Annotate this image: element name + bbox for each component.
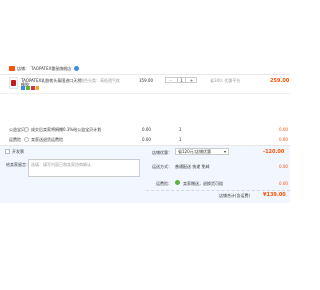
freight-price: 0.00: [142, 137, 151, 142]
charity-price: 0.00: [142, 127, 151, 132]
shipping-insurance-checkbox[interactable]: [175, 180, 180, 185]
product-image-mark: [11, 80, 16, 86]
badge-green-icon: [26, 86, 30, 90]
charity-checkbox[interactable]: [24, 127, 29, 132]
charity-subtotal: 0.00: [279, 127, 288, 132]
invoice-checkbox[interactable]: [5, 149, 10, 154]
product-title[interactable]: TAOPATEX乳胶枕头泰国进口天然: [21, 78, 81, 83]
product-subtotal: 259.00: [270, 78, 290, 84]
charity-text: 成交后卖家将捐赠0.3%给公益宝贝计划: [31, 127, 102, 132]
shop-icon: [9, 66, 15, 71]
quantity-stepper[interactable]: − 1 +: [165, 77, 197, 83]
freight-subtotal: 0.00: [279, 137, 288, 142]
message-textarea[interactable]: 选填：填写内容已和卖家协商确认: [28, 159, 140, 177]
shipping-insurance-value: 卖家赠送，退换货可赔: [183, 181, 223, 186]
badge-red-icon: [31, 86, 35, 90]
freight-checkbox[interactable]: [24, 137, 29, 142]
shipping-insurance-label: 运费险：: [156, 181, 172, 186]
delivery-amount: 0.00: [279, 164, 288, 169]
freight-label: 运费险: [9, 137, 21, 142]
delivery-label: 运送方式：: [152, 164, 172, 169]
badge-orange-icon: [36, 86, 39, 90]
freight-text: 卖家送退货运费险: [31, 137, 63, 142]
quantity-plus-button[interactable]: +: [188, 78, 195, 83]
product-thumbnail[interactable]: [9, 77, 18, 89]
shop-discount-select[interactable]: 省120元:店铺优惠 ▾: [175, 148, 229, 155]
shop-discount-label: 店铺优惠：: [152, 150, 172, 155]
message-label: 给卖家留言：: [6, 162, 30, 167]
freight-qty: 1: [179, 137, 182, 142]
quantity-minus-button[interactable]: −: [167, 78, 174, 83]
total-amount: ¥139.00: [263, 192, 286, 198]
shipping-insurance-amount: 0.00: [279, 181, 288, 186]
charity-qty: 1: [179, 127, 182, 132]
product-spec: 颜色分类：高低透气枕: [80, 78, 120, 83]
chevron-down-icon: ▾: [223, 149, 226, 154]
shop-label: 店铺：: [17, 66, 29, 71]
service-badge-icons: [21, 86, 39, 90]
quantity-input[interactable]: 1: [177, 78, 186, 83]
badge-blue-icon: [21, 86, 25, 90]
total-label: 店铺合计(含运费): [219, 193, 251, 198]
shop-name-link[interactable]: TAOPATEX雷鼠旗舰店: [31, 66, 71, 71]
shop-discount-value: 省120元:店铺优惠: [178, 149, 211, 154]
promo-text: 省340: 优惠平台: [210, 78, 241, 83]
divider: [0, 93, 290, 94]
divider: [0, 74, 290, 75]
unit-price: 359.00: [139, 78, 153, 83]
invoice-label: 开发票: [12, 149, 24, 154]
charity-label: 公益宝贝: [9, 127, 25, 132]
wangwang-chat-icon[interactable]: [74, 66, 79, 71]
message-placeholder: 选填：填写内容已和卖家协商确认: [31, 162, 91, 167]
delivery-value[interactable]: 普通配送 快递 免邮: [175, 164, 210, 169]
panel-divider: [146, 190, 290, 191]
shop-discount-amount: -120.00: [263, 149, 285, 155]
